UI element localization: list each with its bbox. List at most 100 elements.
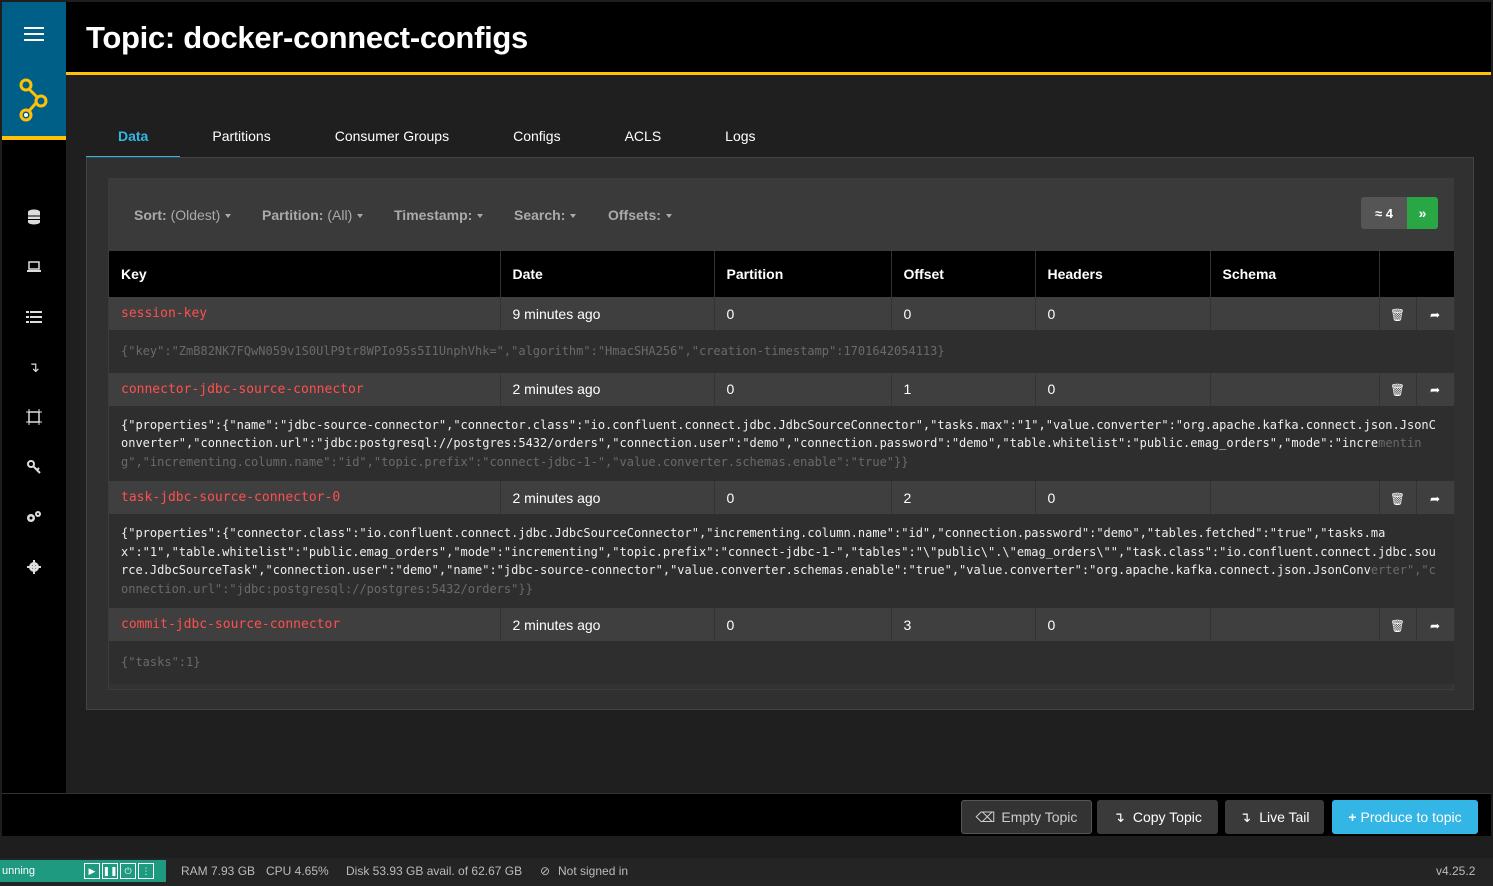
tail-arrow-icon: ↴	[1239, 808, 1252, 825]
sidebar: ↴	[2, 2, 66, 836]
delete-record-button[interactable]: 🗑	[1379, 372, 1417, 406]
copy-record-button[interactable]: ➦	[1416, 608, 1455, 641]
settings-group-nav[interactable]	[2, 492, 66, 542]
table-row[interactable]: commit-jdbc-source-connector 2 minutes a…	[109, 608, 1455, 641]
caret-down-icon	[357, 214, 364, 219]
column-header-date[interactable]: Date	[500, 251, 715, 297]
copy-record-button[interactable]: ➦	[1416, 372, 1455, 406]
tab-logs[interactable]: Logs	[693, 120, 787, 160]
partition-dropdown[interactable]: Partition: (All)	[262, 207, 364, 223]
cpu-usage: CPU 4.65%	[266, 864, 329, 878]
laptop-icon	[27, 261, 41, 272]
record-offset: 0	[891, 297, 1036, 330]
consumer-groups-nav[interactable]: ↴	[2, 342, 66, 392]
key-icon	[27, 460, 41, 474]
record-schema	[1210, 372, 1380, 406]
record-value-text: {"properties":{"connector.class":"io.con…	[121, 526, 1436, 577]
live-tail-label: Live Tail	[1259, 809, 1310, 825]
tab-partitions[interactable]: Partitions	[180, 120, 302, 160]
more-icon[interactable]: ⋮	[138, 863, 154, 879]
search-dropdown[interactable]: Search:	[514, 207, 577, 223]
record-key: session-key	[109, 297, 501, 330]
running-label: unning	[2, 865, 36, 877]
record-value[interactable]: {"properties":{"name":"jdbc-source-conne…	[109, 405, 1454, 481]
column-header-key[interactable]: Key	[109, 251, 501, 297]
gear-icon	[27, 560, 41, 574]
menu-button[interactable]	[2, 2, 66, 66]
delete-record-button[interactable]: 🗑	[1379, 481, 1417, 514]
delete-record-button[interactable]: 🗑	[1379, 297, 1417, 330]
timestamp-dropdown[interactable]: Timestamp:	[394, 207, 484, 223]
tab-acls[interactable]: ACLS	[593, 120, 694, 160]
record-schema	[1210, 297, 1380, 330]
record-value[interactable]: {"key":"ZmB82NK7FQwN059v1S0UlP9tr8WPIo95…	[109, 330, 1454, 373]
arrow-icon: ↴	[28, 358, 40, 375]
record-value-row: {"properties":{"connector.class":"io.con…	[109, 514, 1454, 608]
pause-icon[interactable]: ❚❚	[102, 863, 118, 879]
sort-label: Sort:	[134, 207, 167, 223]
menu-icon	[24, 23, 44, 45]
column-header-actions	[1379, 251, 1455, 297]
record-offset: 1	[891, 372, 1036, 406]
share-icon: ➦	[1429, 383, 1441, 397]
tab-consumer-groups[interactable]: Consumer Groups	[303, 120, 481, 160]
record-value-text: {"tasks":1}	[121, 655, 201, 669]
timestamp-label: Timestamp:	[394, 207, 473, 223]
play-icon[interactable]: ▶	[84, 863, 100, 879]
schema-nav[interactable]	[2, 392, 66, 442]
live-tail-button[interactable]: ↴ Live Tail	[1225, 800, 1324, 834]
trash-icon: 🗑	[1389, 618, 1406, 633]
data-panel: Sort: (Oldest) Partition: (All) Timestam…	[86, 157, 1474, 710]
eraser-icon: ⌫	[975, 808, 996, 825]
copy-arrow-icon: ↴	[1113, 808, 1125, 825]
column-header-offset[interactable]: Offset	[891, 251, 1036, 297]
caret-down-icon	[225, 214, 232, 219]
list-icon	[26, 311, 42, 323]
data-card: Sort: (Oldest) Partition: (All) Timestam…	[108, 178, 1455, 690]
partition-value: (All)	[327, 207, 353, 223]
share-icon: ➦	[1429, 307, 1441, 322]
sort-dropdown[interactable]: Sort: (Oldest)	[134, 207, 232, 223]
database-icon	[28, 209, 40, 225]
column-header-headers[interactable]: Headers	[1035, 251, 1211, 297]
tab-configs[interactable]: Configs	[481, 120, 592, 160]
page-title: Topic: docker-connect-configs	[86, 20, 528, 55]
record-headers: 0	[1035, 481, 1211, 514]
delete-record-button[interactable]: 🗑	[1379, 608, 1417, 641]
copy-record-button[interactable]: ➦	[1416, 481, 1455, 514]
offsets-dropdown[interactable]: Offsets:	[608, 207, 672, 223]
copy-topic-label: Copy Topic	[1132, 809, 1202, 825]
share-icon: ➦	[1429, 491, 1441, 506]
record-partition: 0	[714, 481, 892, 514]
record-headers: 0	[1035, 608, 1211, 641]
next-page-button[interactable]: »	[1407, 197, 1438, 229]
record-date: 9 minutes ago	[500, 297, 715, 330]
table-row[interactable]: session-key 9 minutes ago 0 0 0 🗑 ➦	[109, 297, 1455, 330]
column-header-partition[interactable]: Partition	[714, 251, 892, 297]
tab-bar: Data Partitions Consumer Groups Configs …	[86, 120, 788, 160]
signin-status[interactable]: Not signed in	[558, 864, 628, 878]
partition-label: Partition:	[262, 207, 324, 223]
produce-to-topic-button[interactable]: + Produce to topic	[1332, 800, 1478, 834]
copy-topic-button[interactable]: ↴ Copy Topic	[1097, 800, 1218, 834]
column-header-schema[interactable]: Schema	[1210, 251, 1380, 297]
copy-record-button[interactable]: ➦	[1416, 297, 1455, 330]
acls-nav[interactable]	[2, 442, 66, 492]
caret-down-icon	[570, 214, 577, 219]
table-row[interactable]: task-jdbc-source-connector-0 2 minutes a…	[109, 481, 1455, 514]
tail-nav[interactable]	[2, 242, 66, 292]
nodes-nav[interactable]	[2, 192, 66, 242]
power-icon[interactable]: ⏻	[120, 863, 136, 879]
record-value[interactable]: {"tasks":1}	[109, 641, 1454, 684]
produce-label: Produce to topic	[1360, 809, 1462, 825]
topics-nav[interactable]	[2, 292, 66, 342]
empty-topic-button[interactable]: ⌫ Empty Topic	[961, 800, 1092, 834]
table-row[interactable]: connector-jdbc-source-connector 2 minute…	[109, 372, 1455, 406]
record-value-row: {"key":"ZmB82NK7FQwN059v1S0UlP9tr8WPIo95…	[109, 330, 1454, 373]
tab-data[interactable]: Data	[86, 120, 181, 160]
record-date: 2 minutes ago	[500, 608, 715, 641]
record-count-badge: ≈ 4	[1361, 197, 1407, 229]
settings-nav[interactable]	[2, 542, 66, 592]
record-value[interactable]: {"properties":{"connector.class":"io.con…	[109, 514, 1454, 608]
offsets-label: Offsets:	[608, 207, 661, 223]
